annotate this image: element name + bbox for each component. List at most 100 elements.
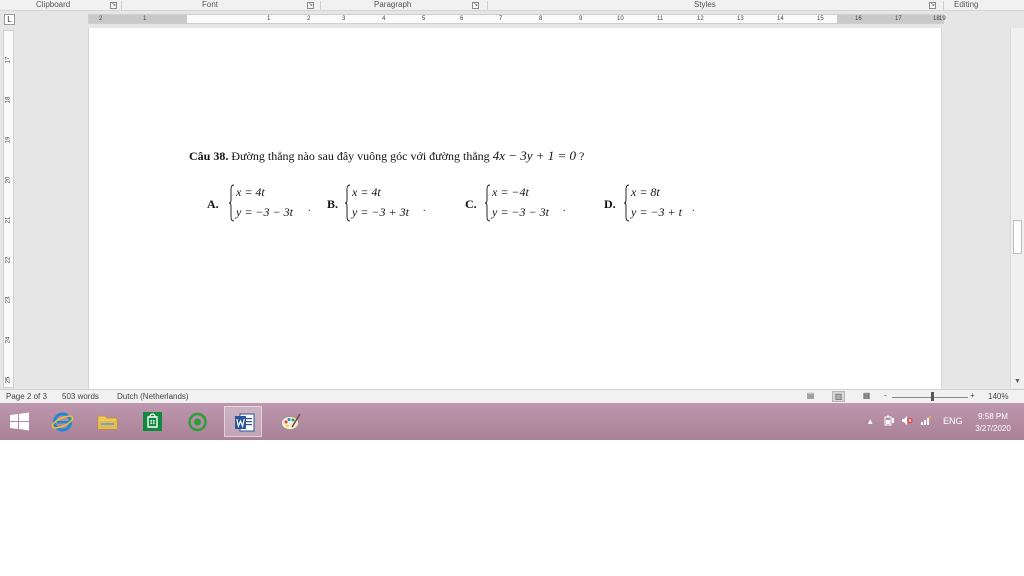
document-page[interactable]: Câu 38. Đường thẳng nào sau đây vuông gó… [88, 28, 942, 390]
option-line-1: x = 8t [631, 185, 660, 199]
question-number: Câu 38. [189, 149, 229, 163]
horizontal-ruler[interactable]: 2 1 1 2 3 4 5 6 7 8 9 10 11 12 13 14 15 16 17 18 19 [88, 14, 946, 24]
zoom-out-button[interactable]: - [884, 391, 887, 400]
ruler-number: 2 [99, 16, 103, 22]
ruler-number: 5 [422, 16, 426, 22]
ruler-number: 8 [539, 16, 543, 22]
tab-selector-button[interactable]: L [4, 14, 15, 25]
web-layout-view-icon[interactable]: ▦ [860, 391, 873, 402]
tray-overflow-chevron-icon[interactable]: ▴ [868, 416, 873, 427]
option-c: C. x = −4t y = −3 − 3t . [465, 183, 577, 227]
ruler-number: 20 [5, 176, 12, 184]
status-bar: Page 2 of 3 503 words Dutch (Netherlands… [0, 389, 1024, 403]
print-layout-view-icon[interactable]: ▥ [832, 391, 845, 402]
ruler-number: 23 [5, 296, 12, 304]
question-text: Đường thẳng nào sau đây vuông góc với đư… [228, 149, 493, 163]
option-period: . [692, 203, 695, 214]
store-icon [143, 412, 162, 431]
ruler-number: 9 [579, 16, 583, 22]
ruler-number: 7 [499, 16, 503, 22]
zoom-slider[interactable] [892, 397, 968, 398]
taskbar-store[interactable] [133, 406, 171, 437]
font-launcher-icon[interactable]: ↘ [307, 2, 314, 9]
ruler-number: 11 [657, 16, 664, 22]
option-line-2: y = −3 − 3t [492, 205, 549, 219]
ruler-number: 1 [267, 16, 271, 22]
vertical-scrollbar[interactable]: ▼ [1010, 28, 1024, 388]
styles-group-label: Styles [694, 0, 716, 9]
ruler-number: 10 [617, 16, 624, 22]
language-indicator[interactable]: Dutch (Netherlands) [117, 392, 189, 401]
zoom-in-button[interactable]: + [970, 391, 975, 400]
word-icon [235, 413, 255, 432]
ruler-number: 14 [777, 16, 784, 22]
brace-icon [229, 184, 235, 222]
ribbon-group-clipboard: Clipboard ↘ [0, 0, 118, 11]
option-a: A. x = 4t y = −3 − 3t . [207, 183, 317, 227]
scrollbar-thumb[interactable] [1013, 220, 1022, 254]
taskbar-word[interactable] [224, 406, 262, 437]
input-language[interactable]: ENG [943, 416, 963, 426]
internet-explorer-icon [52, 412, 73, 432]
ruler-number: 6 [460, 16, 464, 22]
taskbar-file-explorer[interactable] [88, 406, 126, 437]
ribbon-group-editing: Editing [944, 0, 1024, 11]
clipboard-launcher-icon[interactable]: ↘ [110, 2, 117, 9]
clock-date: 3/27/2020 [975, 424, 1011, 433]
ribbon-group-labels: Clipboard ↘ Font ↘ Paragraph ↘ Styles ↘ … [0, 0, 1024, 11]
ruler-number: 18 [5, 96, 12, 104]
brace-icon [485, 184, 491, 222]
option-letter: B. [327, 197, 339, 211]
network-icon[interactable] [920, 415, 932, 426]
start-button[interactable] [0, 406, 38, 437]
ruler-number: 19 [5, 136, 12, 144]
option-period: . [563, 203, 566, 214]
taskbar-clock[interactable]: 9:58 PM 3/27/2020 [969, 411, 1017, 435]
folder-icon [97, 415, 118, 430]
editing-group-label: Editing [954, 0, 979, 9]
ruler-number: 3 [342, 16, 346, 22]
option-period: . [423, 203, 426, 214]
read-mode-view-icon[interactable]: ▤ [804, 391, 817, 402]
volume-muted-icon[interactable] [901, 415, 913, 426]
ruler-number: 21 [5, 216, 12, 224]
ruler-number: 25 [5, 376, 12, 384]
option-letter: D. [604, 197, 616, 211]
taskbar: ▴ ENG 9:58 PM 3/27/2020 [0, 403, 1024, 440]
battery-icon[interactable] [884, 415, 895, 426]
taskbar-app-green[interactable] [178, 406, 216, 437]
taskbar-paint[interactable] [271, 406, 309, 437]
zoom-slider-thumb[interactable] [931, 392, 934, 401]
ruler-number: 13 [737, 16, 744, 22]
paint-icon [281, 413, 301, 430]
clock-time: 9:58 PM [978, 412, 1008, 421]
ribbon-group-font: Font ↘ [122, 0, 318, 11]
option-d: D. x = 8t y = −3 + t . [604, 183, 714, 227]
ruler-ticks: 2 1 1 2 3 4 5 6 7 8 9 10 11 12 13 14 15 16 17 18 19 [89, 15, 946, 23]
brace-icon [624, 184, 630, 222]
styles-launcher-icon[interactable]: ↘ [929, 2, 936, 9]
clipboard-group-label: Clipboard [36, 0, 71, 9]
ribbon-group-styles: Styles ↘ [488, 0, 942, 11]
option-b: B. x = 4t y = −3 + 3t . [327, 183, 437, 227]
option-line-2: y = −3 + 3t [352, 205, 409, 219]
option-period: . [308, 203, 311, 214]
question-end: ? [576, 149, 585, 163]
ruler-number: 2 [307, 16, 311, 22]
question-equation: 4x − 3y + 1 = 0 [492, 148, 577, 163]
ruler-number: 24 [5, 336, 12, 344]
option-line-1: x = 4t [236, 185, 265, 199]
ruler-number: 1 [143, 16, 147, 22]
option-line-2: y = −3 − 3t [236, 205, 293, 219]
ruler-number: 12 [697, 16, 704, 22]
page-count[interactable]: Page 2 of 3 [6, 392, 47, 401]
zoom-level[interactable]: 140% [988, 392, 1008, 401]
ruler-number: 19 [939, 16, 946, 22]
scroll-down-arrow-icon[interactable]: ▼ [1013, 378, 1022, 386]
paragraph-launcher-icon[interactable]: ↘ [472, 2, 479, 9]
app-icon [188, 412, 207, 432]
taskbar-internet-explorer[interactable] [43, 406, 81, 437]
word-count[interactable]: 503 words [62, 392, 99, 401]
ruler-number: 4 [382, 16, 386, 22]
font-group-label: Font [202, 0, 219, 9]
